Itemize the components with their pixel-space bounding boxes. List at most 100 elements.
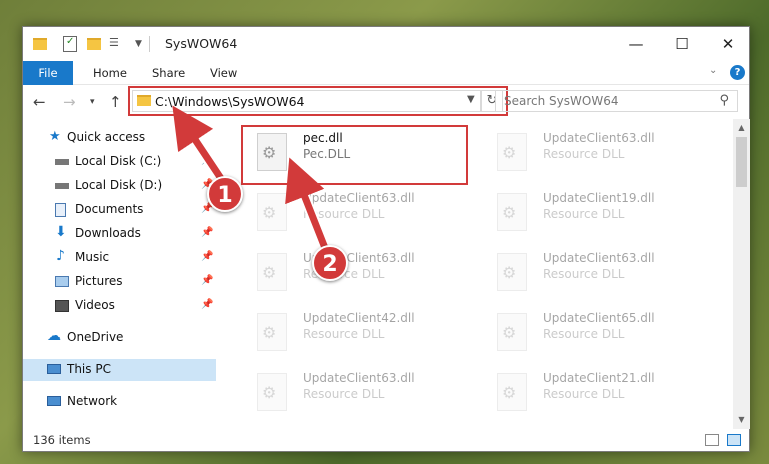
vertical-scrollbar[interactable]: ▲ ▼: [733, 119, 750, 429]
file-type: Resource DLL: [543, 387, 625, 401]
expand-ribbon-icon[interactable]: ⌄: [709, 65, 717, 76]
sidebar-item-label: Local Disk (D:): [75, 178, 163, 192]
dll-file-icon: ⚙: [497, 313, 527, 351]
pin-icon[interactable]: 📌: [201, 155, 213, 166]
sidebar-item-label: Downloads: [75, 226, 141, 240]
properties-icon[interactable]: ✓: [63, 36, 77, 52]
sidebar-item-this-pc[interactable]: This PC: [23, 359, 216, 381]
sidebar-item-label: Music: [75, 250, 110, 264]
dll-file-icon: ⚙: [497, 133, 527, 171]
address-highlight: [128, 86, 508, 116]
sidebar-item-network[interactable]: Network: [23, 391, 216, 413]
dll-file-icon: ⚙: [497, 373, 527, 411]
file-item[interactable]: ⚙ UpdateClient63.dll Resource DLL: [247, 187, 467, 243]
minimize-button[interactable]: —: [613, 27, 659, 61]
sidebar-item-onedrive[interactable]: ☁ OneDrive: [23, 327, 216, 349]
tab-home[interactable]: Home: [93, 61, 127, 85]
file-highlight: [241, 125, 468, 185]
sidebar-item-downloads[interactable]: ⬇ Downloads 📌: [23, 223, 216, 245]
pin-icon[interactable]: 📌: [201, 227, 213, 238]
sidebar-item-documents[interactable]: Documents 📌: [23, 199, 216, 221]
sidebar-item-label: Local Disk (C:): [75, 154, 162, 168]
sidebar-item-label: Network: [67, 394, 118, 408]
file-name: UpdateClient63.dll: [303, 191, 415, 205]
computer-icon: [47, 364, 61, 374]
dll-file-icon: ⚙: [497, 193, 527, 231]
file-name: UpdateClient63.dll: [543, 131, 655, 145]
file-type: Resource DLL: [543, 147, 625, 161]
up-arrow-icon[interactable]: ↑: [109, 93, 122, 111]
customize-toolbar-icon[interactable]: ☰: [109, 36, 125, 52]
network-icon: [47, 396, 61, 406]
separator: [149, 36, 150, 52]
folder-icon: [33, 38, 47, 50]
file-item[interactable]: ⚙ UpdateClient63.dll Resource DLL: [487, 247, 707, 303]
documents-icon: [55, 203, 66, 217]
file-type: Resource DLL: [543, 207, 625, 221]
sidebar-item-videos[interactable]: Videos 📌: [23, 295, 216, 317]
dll-file-icon: ⚙: [257, 313, 287, 351]
sidebar-item-quick-access[interactable]: ★ Quick access: [23, 127, 216, 149]
item-count: 136 items: [33, 433, 91, 447]
explorer-window: ✓ ☰ ▼ SysWOW64 — ☐ ✕ File Home Share Vie…: [22, 26, 750, 452]
tab-view[interactable]: View: [210, 61, 237, 85]
status-bar: 136 items: [23, 429, 749, 453]
file-name: UpdateClient42.dll: [303, 311, 415, 325]
window-title: SysWOW64: [165, 36, 238, 51]
step-1-badge: 1: [207, 176, 243, 212]
download-icon: ⬇: [55, 224, 67, 240]
file-type: Resource DLL: [543, 267, 625, 281]
file-type: Resource DLL: [303, 207, 385, 221]
recent-locations-icon[interactable]: ▾: [90, 97, 95, 107]
pictures-icon: [55, 276, 69, 287]
file-item[interactable]: ⚙ UpdateClient65.dll Resource DLL: [487, 307, 707, 363]
file-item[interactable]: ⚙ UpdateClient63.dll Resource DLL: [487, 127, 707, 183]
sidebar-item-label: Documents: [75, 202, 144, 216]
tab-share[interactable]: Share: [152, 61, 185, 85]
help-icon[interactable]: ?: [730, 65, 745, 80]
file-item[interactable]: ⚙ UpdateClient19.dll Resource DLL: [487, 187, 707, 243]
maximize-button[interactable]: ☐: [659, 27, 705, 61]
search-input[interactable]: Search SysWOW64 ⚲: [495, 90, 738, 112]
scrollbar-thumb[interactable]: [736, 137, 747, 187]
sidebar-item-pictures[interactable]: Pictures 📌: [23, 271, 216, 293]
scroll-up-icon[interactable]: ▲: [733, 121, 750, 135]
tab-file[interactable]: File: [23, 61, 73, 85]
file-item[interactable]: ⚙ UpdateClient63.dll Resource DLL: [247, 367, 467, 423]
file-name: UpdateClient65.dll: [543, 311, 655, 325]
videos-icon: [55, 300, 69, 312]
new-folder-icon[interactable]: [87, 38, 101, 50]
scroll-down-icon[interactable]: ▼: [733, 413, 750, 427]
file-item[interactable]: ⚙ UpdateClient63.dll Resource DLL: [247, 247, 467, 303]
cloud-icon: ☁: [47, 328, 61, 344]
sidebar-item-label: OneDrive: [67, 330, 124, 344]
drive-icon: [55, 183, 69, 189]
file-name: UpdateClient63.dll: [543, 251, 655, 265]
file-name: UpdateClient21.dll: [543, 371, 655, 385]
navigation-bar: ← → ▾ ↑ C:\Windows\SysWOW64 ▼ ↻ Search S…: [23, 85, 749, 119]
dll-file-icon: ⚙: [257, 373, 287, 411]
pin-icon[interactable]: 📌: [201, 299, 213, 310]
file-item[interactable]: ⚙ UpdateClient21.dll Resource DLL: [487, 367, 707, 423]
sidebar-item-label: Videos: [75, 298, 115, 312]
sidebar-item-label: Quick access: [67, 130, 146, 144]
chevron-down-icon[interactable]: ▼: [135, 39, 142, 55]
ribbon-tabs: File Home Share View ⌄ ?: [23, 61, 749, 85]
file-name: UpdateClient19.dll: [543, 191, 655, 205]
pin-icon[interactable]: 📌: [201, 251, 213, 262]
search-icon[interactable]: ⚲: [719, 93, 729, 108]
file-type: Resource DLL: [303, 327, 385, 341]
pin-icon[interactable]: 📌: [201, 275, 213, 286]
music-icon: ♪: [56, 248, 65, 264]
sidebar-item-local-disk-c[interactable]: Local Disk (C:) 📌: [23, 151, 216, 173]
file-item[interactable]: ⚙ UpdateClient42.dll Resource DLL: [247, 307, 467, 363]
close-button[interactable]: ✕: [705, 27, 751, 61]
sidebar-item-music[interactable]: ♪ Music 📌: [23, 247, 216, 269]
file-name: UpdateClient63.dll: [303, 371, 415, 385]
details-view-icon[interactable]: [705, 434, 719, 446]
back-arrow-icon[interactable]: ←: [33, 93, 46, 111]
forward-arrow-icon[interactable]: →: [63, 93, 76, 111]
sidebar-item-local-disk-d[interactable]: Local Disk (D:) 📌: [23, 175, 216, 197]
navigation-pane: ★ Quick access Local Disk (C:) 📌 Local D…: [23, 119, 216, 429]
large-icons-view-icon[interactable]: [727, 434, 741, 446]
